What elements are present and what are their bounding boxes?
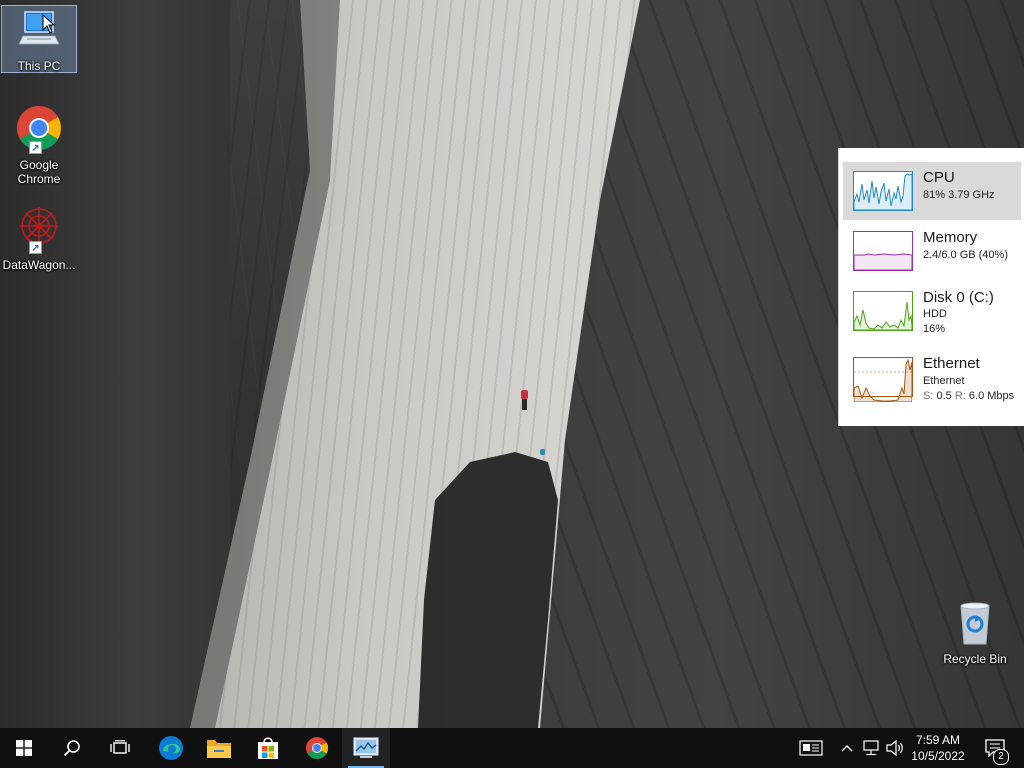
taskbar-clock[interactable]: 7:59 AM 10/5/2022	[906, 732, 970, 764]
perf-detail: 16%	[923, 323, 946, 335]
shortcut-arrow-icon: ↗	[29, 241, 42, 254]
taskbar: 7:59 AM 10/5/2022	[0, 728, 1024, 768]
ethernet-graph	[853, 357, 913, 403]
network-button[interactable]	[860, 728, 882, 768]
show-hidden-icons-button[interactable]	[838, 728, 856, 768]
shortcut-arrow-icon: ↗	[29, 141, 42, 154]
send-label: S:	[923, 390, 934, 402]
folder-icon	[207, 740, 231, 758]
desktop-icon-this-pc[interactable]: This PC	[1, 5, 77, 73]
wallpaper-climber	[521, 390, 528, 399]
taskbar-task-manager[interactable]	[342, 728, 390, 768]
network-icon	[863, 740, 879, 756]
mouse-cursor-icon	[42, 14, 56, 34]
clock-date: 10/5/2022	[911, 749, 965, 763]
volume-button[interactable]	[884, 728, 906, 768]
perf-title: CPU	[923, 169, 955, 186]
wallpaper-climber-legs	[522, 399, 527, 410]
chrome-icon: ↗	[15, 104, 63, 154]
desktop-icon-label: This PC	[17, 59, 61, 73]
cpu-graph	[853, 171, 913, 211]
perf-detail: Ethernet	[923, 375, 965, 387]
receive-value: 6.0 Mbps	[968, 390, 1015, 402]
tray-action-button[interactable]	[796, 728, 826, 768]
chrome-icon	[306, 737, 328, 759]
memory-graph	[853, 231, 913, 271]
taskbar-store[interactable]	[244, 728, 292, 768]
disk-graph	[853, 291, 913, 331]
taskbar-file-explorer[interactable]	[195, 728, 243, 768]
perf-detail: HDD	[923, 308, 947, 320]
windows-logo-icon	[16, 740, 32, 756]
search-icon	[63, 740, 80, 757]
perf-item-memory[interactable]: Memory 2.4/6.0 GB (40%)	[843, 222, 1021, 280]
perf-detail-throughput: S: 0.5 R: 6.0 Mbps	[923, 390, 1014, 402]
edge-icon	[159, 736, 183, 760]
perf-title: Memory	[923, 229, 978, 246]
task-manager-performance-panel: CPU 81% 3.79 GHz Memory 2.4/6.0 GB (40%)…	[838, 148, 1024, 426]
taskbar-chrome[interactable]	[293, 728, 341, 768]
perf-detail: 81% 3.79 GHz	[923, 189, 995, 201]
recycle-bin-icon	[951, 600, 999, 648]
start-button[interactable]	[0, 728, 48, 768]
send-value: 0.5	[936, 390, 952, 402]
desktop-icon-recycle-bin[interactable]: Recycle Bin	[937, 600, 1013, 666]
perf-item-ethernet[interactable]: Ethernet Ethernet S: 0.5 R: 6.0 Mbps	[843, 348, 1021, 406]
perf-item-disk[interactable]: Disk 0 (C:) HDD 16%	[843, 282, 1021, 340]
search-button[interactable]	[48, 728, 96, 768]
perf-item-cpu[interactable]: CPU 81% 3.79 GHz	[843, 162, 1021, 220]
receive-label: R:	[954, 390, 966, 402]
task-view-icon	[110, 740, 130, 754]
wallpaper-climber-belayer	[540, 449, 545, 455]
task-manager-icon	[353, 737, 379, 758]
taskbar-edge[interactable]	[147, 728, 195, 768]
clock-time: 7:59 AM	[915, 733, 961, 747]
news-widget-icon	[799, 740, 823, 756]
speaker-icon	[886, 740, 903, 756]
desktop-icon-google-chrome[interactable]: ↗ Google Chrome	[1, 104, 77, 186]
perf-title: Ethernet	[923, 355, 980, 372]
notification-count-badge: 2	[993, 749, 1009, 765]
store-icon	[258, 737, 278, 759]
desktop-icon-label: DataWagon...	[2, 258, 76, 272]
chevron-up-icon	[841, 745, 853, 752]
perf-detail: 2.4/6.0 GB (40%)	[923, 249, 1008, 261]
perf-title: Disk 0 (C:)	[923, 289, 994, 306]
desktop-icon-datawagon[interactable]: ↗ DataWagon...	[1, 204, 77, 272]
datawagon-icon: ↗	[15, 204, 63, 254]
desktop-icon-label: Google Chrome	[17, 158, 61, 186]
task-view-button[interactable]	[96, 728, 144, 768]
desktop-icon-label: Recycle Bin	[943, 652, 1007, 666]
